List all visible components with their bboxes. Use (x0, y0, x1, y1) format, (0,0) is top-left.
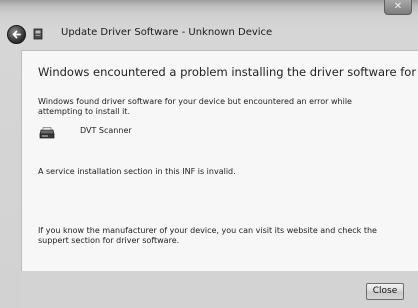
device-wizard-icon (33, 28, 43, 40)
device-name: DVT Scanner (80, 126, 132, 135)
help-text: If you know the manufacturer of your dev… (38, 226, 377, 245)
error-message: A service installation section in this I… (38, 167, 236, 176)
back-button[interactable] (7, 25, 26, 44)
close-button[interactable]: Close (366, 283, 404, 300)
error-heading: Windows encountered a problem installing… (38, 65, 418, 79)
window-close-button[interactable]: ✕ (384, 0, 412, 15)
dialog-footer: Close (21, 271, 418, 308)
error-description: Windows found driver software for your d… (38, 97, 352, 116)
scanner-icon (39, 127, 55, 139)
content-panel: Windows encountered a problem installing… (21, 50, 418, 271)
driver-update-window: ✕ Update Driver Software - Unknown Devic… (0, 0, 418, 308)
back-arrow-icon (12, 30, 21, 39)
window-title: Update Driver Software - Unknown Device (61, 27, 273, 38)
